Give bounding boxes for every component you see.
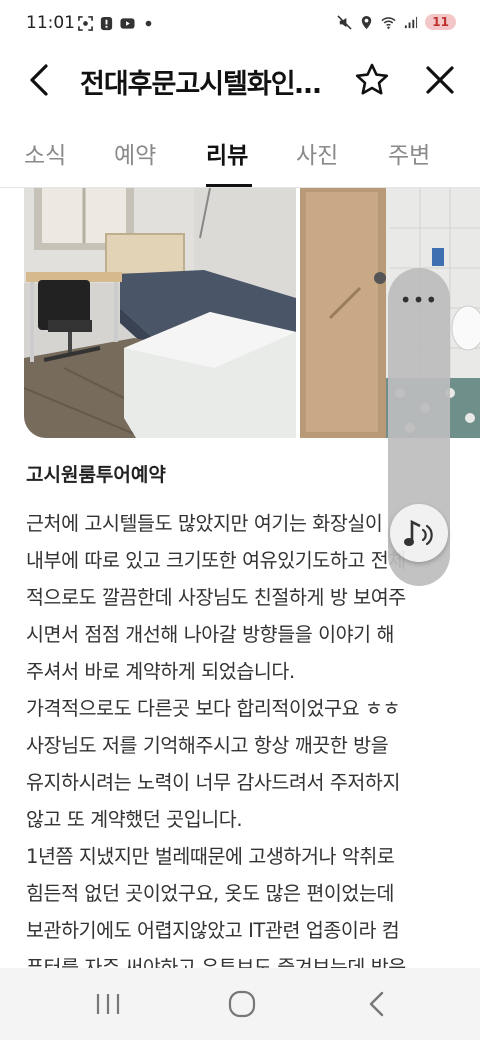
review-title: 고시원룸투어예약 xyxy=(26,464,166,486)
tab-reservation[interactable]: 예약 xyxy=(114,136,156,170)
more-options-icon[interactable]: ••• xyxy=(388,288,450,312)
review-line: 힘든적 없던 곳이었구요, 옷도 많은 편이었는데 xyxy=(26,882,395,905)
review-line: 주셔서 바로 계약하게 되었습니다. xyxy=(26,660,295,683)
active-tab-indicator xyxy=(206,184,252,187)
tab-bar: 소식 예약 리뷰 사진 주변 xyxy=(0,128,480,188)
tab-nearby[interactable]: 주변 xyxy=(388,136,430,170)
location-icon xyxy=(362,15,372,29)
youtube-icon xyxy=(120,18,135,29)
review-line: 가격적으로도 다른곳 보다 합리적이었구요 ㅎㅎ xyxy=(26,697,400,720)
status-bar: 11:01 11 xyxy=(0,0,480,48)
back-button[interactable] xyxy=(22,60,62,100)
screenshot-icon xyxy=(78,16,93,31)
music-button[interactable] xyxy=(390,504,448,562)
home-button[interactable] xyxy=(222,986,262,1022)
tab-news[interactable]: 소식 xyxy=(24,136,66,170)
mute-icon xyxy=(337,14,352,30)
app-header: 전대후문고시텔화인… xyxy=(0,48,480,112)
system-nav-bar xyxy=(0,968,480,1040)
room-photo[interactable] xyxy=(24,188,296,438)
nav-back-button[interactable] xyxy=(358,986,398,1022)
review-line: 사장님도 저를 기억해주시고 항상 깨끗한 방을 xyxy=(26,734,389,757)
back-arrow-icon xyxy=(30,64,48,96)
floating-media-widget[interactable]: ••• xyxy=(388,268,450,586)
home-icon xyxy=(228,990,256,1018)
nav-back-icon xyxy=(369,991,384,1017)
wifi-icon xyxy=(381,16,396,29)
review-line: 1년쯤 지냈지만 벌레때문에 고생하거나 악취로 xyxy=(26,845,395,868)
review-line: 보관하기에도 어렵지않았고 IT관련 업종이라 컴 xyxy=(26,919,400,942)
page-title: 전대후문고시텔화인… xyxy=(80,69,322,100)
alert-icon xyxy=(100,16,113,31)
recent-apps-icon xyxy=(96,994,120,1014)
tab-photos[interactable]: 사진 xyxy=(296,136,338,170)
review-line: 않고 또 계약했던 곳입니다. xyxy=(26,808,243,831)
close-icon xyxy=(426,66,454,94)
battery-badge: 11 xyxy=(425,14,456,30)
music-note-icon xyxy=(404,519,433,546)
favorite-button[interactable] xyxy=(352,60,392,100)
system-icons: 11 xyxy=(337,14,456,30)
review-line: 유지하시려는 노력이 너무 감사드려서 주저하지 xyxy=(26,771,400,794)
review-line: 적으로도 깔끔한데 사장님도 친절하게 방 보여주 xyxy=(26,586,406,609)
recent-apps-button[interactable] xyxy=(88,986,128,1022)
dot-icon xyxy=(145,20,152,27)
status-time: 11:01 xyxy=(26,13,75,33)
close-button[interactable] xyxy=(420,60,460,100)
notification-icons xyxy=(78,16,156,31)
tab-reviews[interactable]: 리뷰 xyxy=(206,136,248,170)
signal-icon xyxy=(405,16,418,28)
review-line: 시면서 점점 개선해 나아갈 방향들을 이야기 해 xyxy=(26,623,395,646)
star-icon xyxy=(355,63,389,95)
